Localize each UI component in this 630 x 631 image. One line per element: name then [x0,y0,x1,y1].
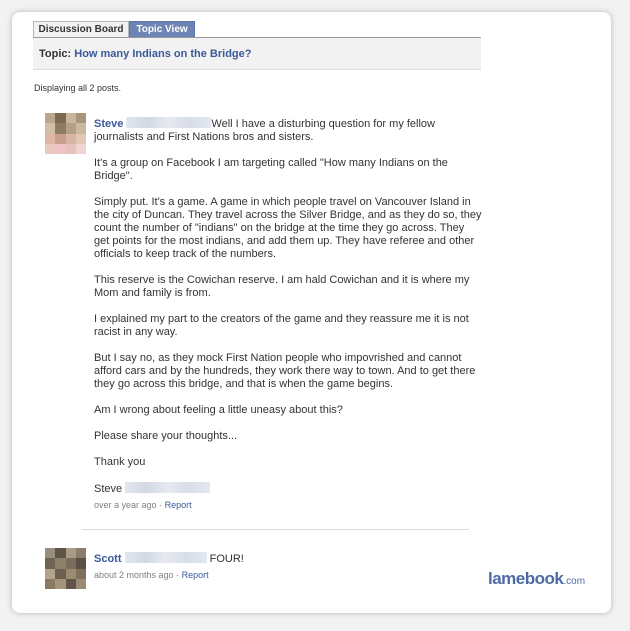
post-paragraph: Please share your thoughts... [94,430,238,442]
post-paragraph: Scott FOUR! [94,552,482,566]
post-paragraph: Am I wrong about feeling a little uneasy… [94,404,343,416]
post-text: FOUR! [209,553,244,565]
post-paragraph: But I say no, as they mock First Nation … [94,352,476,390]
author-name[interactable]: Scott [94,553,122,565]
brand-name: lamebook [488,569,564,588]
post-scott: Scott FOUR! about 2 months ago · Report [94,552,482,582]
tab-topic-view[interactable]: Topic View [129,21,195,37]
topic-label: Topic: [39,48,72,60]
avatar-scott[interactable] [45,548,86,589]
redacted-surname [126,117,212,128]
report-link[interactable]: Report [182,570,209,580]
redacted-surname [124,552,207,563]
post-count: Displaying all 2 posts. [34,83,122,93]
post-steve: Steve Well I have a disturbing question … [94,117,482,512]
post-paragraph: Steve Well I have a disturbing question … [94,117,482,144]
post-paragraph: It's a group on Facebook I am targeting … [94,157,448,182]
meta-separator: · [159,500,163,510]
lamebook-logo: lamebook.com [488,569,585,589]
avatar-steve[interactable] [45,113,86,154]
post-paragraph: I explained my part to the creators of t… [94,313,469,338]
post-meta: about 2 months ago · Report [94,569,482,582]
topic-title[interactable]: How many Indians on the Bridge? [74,48,251,60]
signature-name: Steve [94,483,123,495]
post-meta: over a year ago · Report [94,499,482,512]
post-timestamp: about 2 months ago [94,570,174,580]
meta-separator: · [176,570,180,580]
post-paragraph: This reserve is the Cowichan reserve. I … [94,274,470,299]
post-paragraph: Simply put. It's a game. A game in which… [94,196,482,260]
topic-header: Topic: How many Indians on the Bridge? [33,38,481,70]
post-signature: Steve [94,482,482,496]
author-name[interactable]: Steve [94,118,123,130]
redacted-surname [125,482,211,493]
tab-discussion-board[interactable]: Discussion Board [33,21,129,37]
post-divider [82,529,469,530]
post-paragraph: Thank you [94,456,146,468]
report-link[interactable]: Report [165,500,192,510]
brand-suffix: .com [563,576,586,587]
post-timestamp: over a year ago [94,500,157,510]
